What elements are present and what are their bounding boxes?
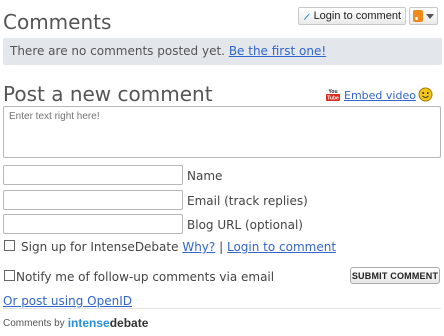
signup-separator: | <box>219 240 224 254</box>
login-to-comment-button[interactable]: Login to comment <box>298 7 406 25</box>
youtube-icon: You Tube <box>326 87 340 101</box>
chevron-down-icon <box>426 13 434 19</box>
email-input[interactable] <box>3 190 183 210</box>
notify-label: Notify me of follow-up comments via emai… <box>16 270 275 284</box>
post-comment-title: Post a new comment <box>3 82 213 106</box>
rss-icon <box>413 10 423 22</box>
quill-icon <box>303 12 310 20</box>
svg-text:Tube: Tube <box>327 96 339 102</box>
comments-title: Comments <box>3 10 112 34</box>
notice-text: There are no comments posted yet. <box>10 44 225 58</box>
no-comments-notice: There are no comments posted yet. Be the… <box>3 38 442 65</box>
comment-textarea[interactable] <box>3 106 441 158</box>
blog-url-input[interactable] <box>3 214 183 234</box>
name-input[interactable] <box>3 165 183 185</box>
signup-label: Sign up for IntenseDebate <box>21 240 179 254</box>
intensedebate-logo[interactable]: intensedebate <box>68 316 149 330</box>
login-button-label: Login to comment <box>313 10 401 22</box>
submit-comment-button[interactable]: SUBMIT COMMENT <box>350 267 440 284</box>
blog-url-label: Blog URL (optional) <box>187 218 303 232</box>
signup-login-link[interactable]: Login to comment <box>227 240 336 254</box>
signup-row: Sign up for IntenseDebate Why? | Login t… <box>21 240 336 254</box>
name-label: Name <box>187 169 223 183</box>
logo-part-intense: intense <box>67 316 110 330</box>
embed-video-link[interactable]: Embed video <box>344 89 416 102</box>
rss-dropdown-button[interactable] <box>409 7 438 25</box>
signup-checkbox[interactable] <box>4 240 15 251</box>
footer: Comments by intensedebate <box>3 316 148 330</box>
logo-part-debate: debate <box>109 316 149 330</box>
notify-checkbox[interactable] <box>4 270 15 281</box>
email-label: Email (track replies) <box>187 194 308 208</box>
why-link[interactable]: Why? <box>182 240 215 254</box>
footer-prefix: Comments by <box>3 317 65 329</box>
footer-divider <box>3 308 441 309</box>
openid-link[interactable]: Or post using OpenID <box>3 294 132 308</box>
be-first-link[interactable]: Be the first one! <box>229 44 326 58</box>
smiley-icon[interactable] <box>418 87 433 102</box>
